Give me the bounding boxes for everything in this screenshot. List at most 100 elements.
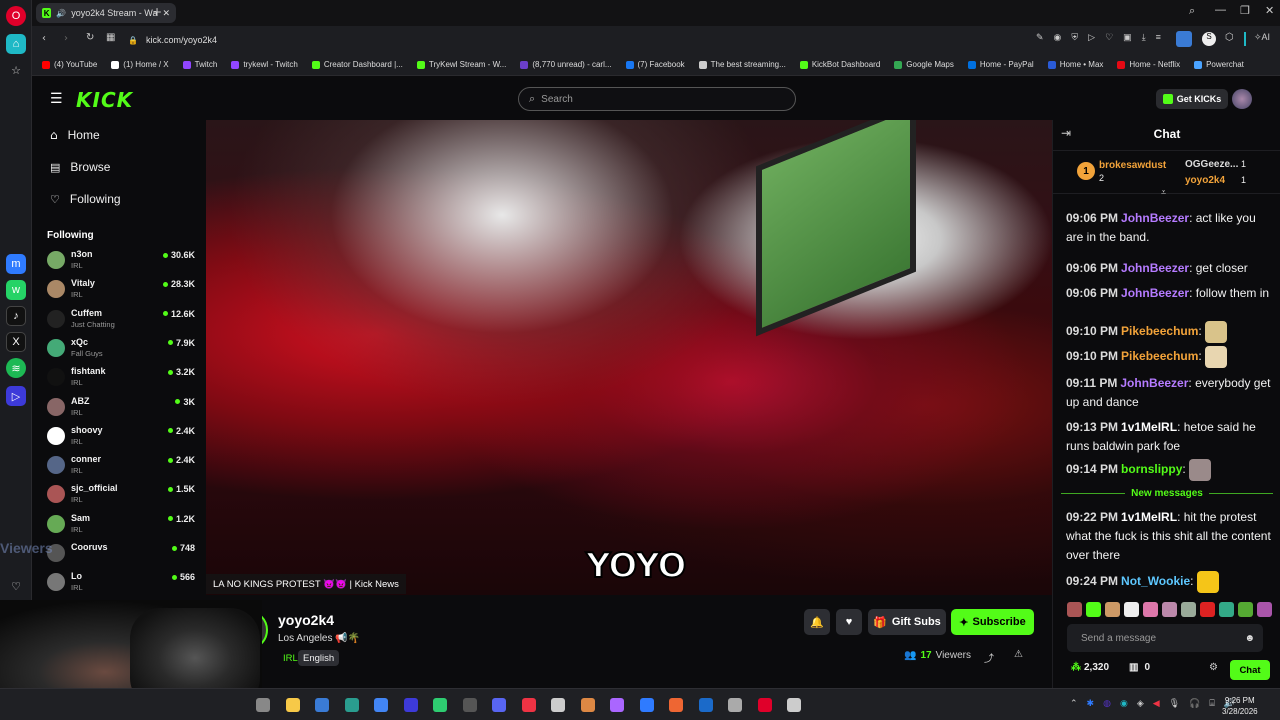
taskbar-app-icon[interactable]: [403, 698, 418, 712]
bookmark-item[interactable]: Google Maps: [894, 60, 954, 69]
headset-icon[interactable]: 🎧: [1189, 698, 1200, 709]
system-clock[interactable]: 9:26 PM 3/28/2026: [1222, 695, 1258, 717]
taskbar-app-icon[interactable]: [256, 698, 270, 712]
bookmark-item[interactable]: trykewl - Twitch: [231, 60, 298, 69]
taskbar-app-icon[interactable]: [787, 698, 801, 712]
emote-icon[interactable]: [1086, 602, 1101, 617]
microphone-icon[interactable]: 🎙: [1169, 698, 1180, 709]
taskbar-app-icon[interactable]: [551, 698, 565, 712]
bookmark-item[interactable]: Home - PayPal: [967, 60, 1034, 69]
bookmark-item[interactable]: (7) Facebook: [625, 60, 685, 69]
bookmark-item[interactable]: The best streaming...: [698, 60, 786, 69]
tag-english[interactable]: English: [298, 650, 340, 666]
nav-home[interactable]: ⌂ Home: [50, 128, 100, 142]
expand-leaderboard-icon[interactable]: ⩡: [1161, 187, 1166, 198]
bluetooth-icon[interactable]: ✱: [1087, 698, 1095, 709]
bookmark-item[interactable]: (8,770 unread) - carl...: [520, 60, 612, 69]
taskbar-app-icon[interactable]: [285, 698, 300, 712]
following-channel[interactable]: Lo IRL 566: [47, 571, 197, 599]
following-channel[interactable]: Vitaly IRL 28.3K: [47, 278, 197, 306]
message-username[interactable]: JohnBeezer: [1120, 376, 1188, 390]
chat-input[interactable]: Send a message ☻: [1067, 624, 1263, 652]
emote-icon[interactable]: [1238, 602, 1253, 617]
nav-browse[interactable]: ▤ Browse: [50, 160, 110, 174]
url-field[interactable]: 🔒 kick.com/yoyo2k4: [128, 32, 1058, 48]
bookmark-item[interactable]: (4) YouTube: [42, 60, 97, 69]
taskbar-app-icon[interactable]: [344, 698, 359, 712]
following-channel[interactable]: Cuffem Just Chatting 12.6K: [47, 308, 197, 336]
message-username[interactable]: JohnBeezer: [1121, 261, 1189, 275]
streamer-name[interactable]: yoyo2k4: [278, 612, 334, 628]
get-kicks-button[interactable]: Get KICKs: [1156, 89, 1228, 109]
speed-dial-icon[interactable]: ▦: [106, 32, 115, 43]
following-channel[interactable]: fishtank IRL 3.2K: [47, 366, 197, 394]
message-username[interactable]: JohnBeezer: [1121, 286, 1189, 300]
extensions-icon[interactable]: ⬡: [1225, 32, 1234, 43]
edit-icon[interactable]: ✎: [1036, 32, 1044, 43]
taskbar-app-icon[interactable]: [728, 698, 742, 712]
minimize-icon[interactable]: —: [1215, 4, 1226, 16]
shield-icon[interactable]: ⛨: [1071, 32, 1078, 43]
message-username[interactable]: Not_Wookie: [1121, 574, 1190, 588]
tiktok-icon[interactable]: ♪: [6, 306, 26, 326]
box-icon[interactable]: ▣: [1123, 32, 1132, 43]
message-username[interactable]: Pikebeechum: [1121, 349, 1198, 363]
emote-icon[interactable]: [1219, 602, 1234, 617]
following-channel[interactable]: n3on IRL 30.6K: [47, 249, 197, 277]
gift-counter[interactable]: ▥ 0: [1129, 662, 1150, 673]
spotify-icon[interactable]: ≋: [6, 358, 26, 378]
search-input[interactable]: ⌕ Search: [518, 87, 796, 111]
following-channel[interactable]: Cooruvs 748: [47, 542, 197, 570]
taskbar-app-icon[interactable]: [580, 698, 595, 712]
taskbar-app-icon[interactable]: [698, 698, 713, 712]
emote-icon[interactable]: [1200, 602, 1215, 617]
bookmark-item[interactable]: Powerchat: [1194, 60, 1244, 69]
nav-following[interactable]: ♡ Following: [50, 192, 121, 206]
reload-icon[interactable]: ↻: [86, 32, 94, 43]
bookmark-item[interactable]: Home - Netflix: [1117, 60, 1180, 69]
kick-logo[interactable]: KICK: [76, 88, 133, 112]
extension-s-icon[interactable]: S: [1202, 32, 1216, 46]
message-username[interactable]: bornslippy: [1121, 462, 1182, 476]
search-tabs-icon[interactable]: ⌕: [1189, 4, 1195, 18]
back-icon[interactable]: ‹: [42, 33, 46, 44]
emote-icon[interactable]: [1105, 602, 1120, 617]
user-avatar[interactable]: [1232, 89, 1252, 109]
play-icon[interactable]: ▷: [1088, 32, 1095, 43]
player-icon[interactable]: ▷: [6, 386, 26, 406]
tray-chevron-icon[interactable]: ⌃: [1070, 698, 1078, 709]
leader-name-3[interactable]: yoyo2k4: [1185, 175, 1225, 186]
report-icon[interactable]: ⚠: [1014, 649, 1023, 660]
share-icon[interactable]: ⤴: [984, 650, 994, 665]
following-channel[interactable]: Sam IRL 1.2K: [47, 513, 197, 541]
taskbar-app-icon[interactable]: [757, 698, 772, 712]
bookmark-item[interactable]: KickBot Dashboard: [799, 60, 880, 69]
follow-heart-button[interactable]: ♥: [836, 609, 862, 635]
kicks-balance[interactable]: ⁂ 2,320: [1071, 662, 1109, 673]
tray-app-icon[interactable]: ◀: [1153, 698, 1160, 709]
following-channel[interactable]: sjc_official IRL 1.5K: [47, 483, 197, 511]
new-tab-icon[interactable]: +: [152, 5, 168, 21]
leader-name-2[interactable]: OGGeeze...: [1185, 159, 1238, 170]
tray-app-icon[interactable]: ◉: [1120, 698, 1128, 709]
emote-icon[interactable]: [1067, 602, 1082, 617]
forward-icon[interactable]: ›: [64, 33, 68, 44]
bookmark-item[interactable]: (1) Home / X: [111, 60, 169, 69]
taskbar-app-icon[interactable]: [492, 698, 506, 712]
bookmark-item[interactable]: Home • Max: [1047, 60, 1103, 69]
taskbar-app-icon[interactable]: [610, 698, 624, 712]
following-channel[interactable]: conner IRL 2.4K: [47, 454, 197, 482]
message-username[interactable]: JohnBeezer: [1121, 211, 1189, 225]
whatsapp-icon[interactable]: w: [6, 280, 26, 300]
gift-subs-button[interactable]: 🎁 Gift Subs: [868, 609, 946, 635]
heart-outline-icon[interactable]: ♡: [1105, 32, 1113, 43]
network-icon[interactable]: ⌸: [1209, 698, 1214, 709]
leader-name-1[interactable]: brokesawdust: [1099, 160, 1166, 171]
menu-icon[interactable]: ≡: [1156, 32, 1161, 43]
emote-icon[interactable]: [1124, 602, 1139, 617]
opera-logo-icon[interactable]: O: [6, 6, 26, 26]
emote-icon[interactable]: [1162, 602, 1177, 617]
taskbar-app-icon[interactable]: [433, 698, 447, 712]
camera-icon[interactable]: ◉: [1054, 32, 1062, 43]
emote-icon[interactable]: [1257, 602, 1272, 617]
